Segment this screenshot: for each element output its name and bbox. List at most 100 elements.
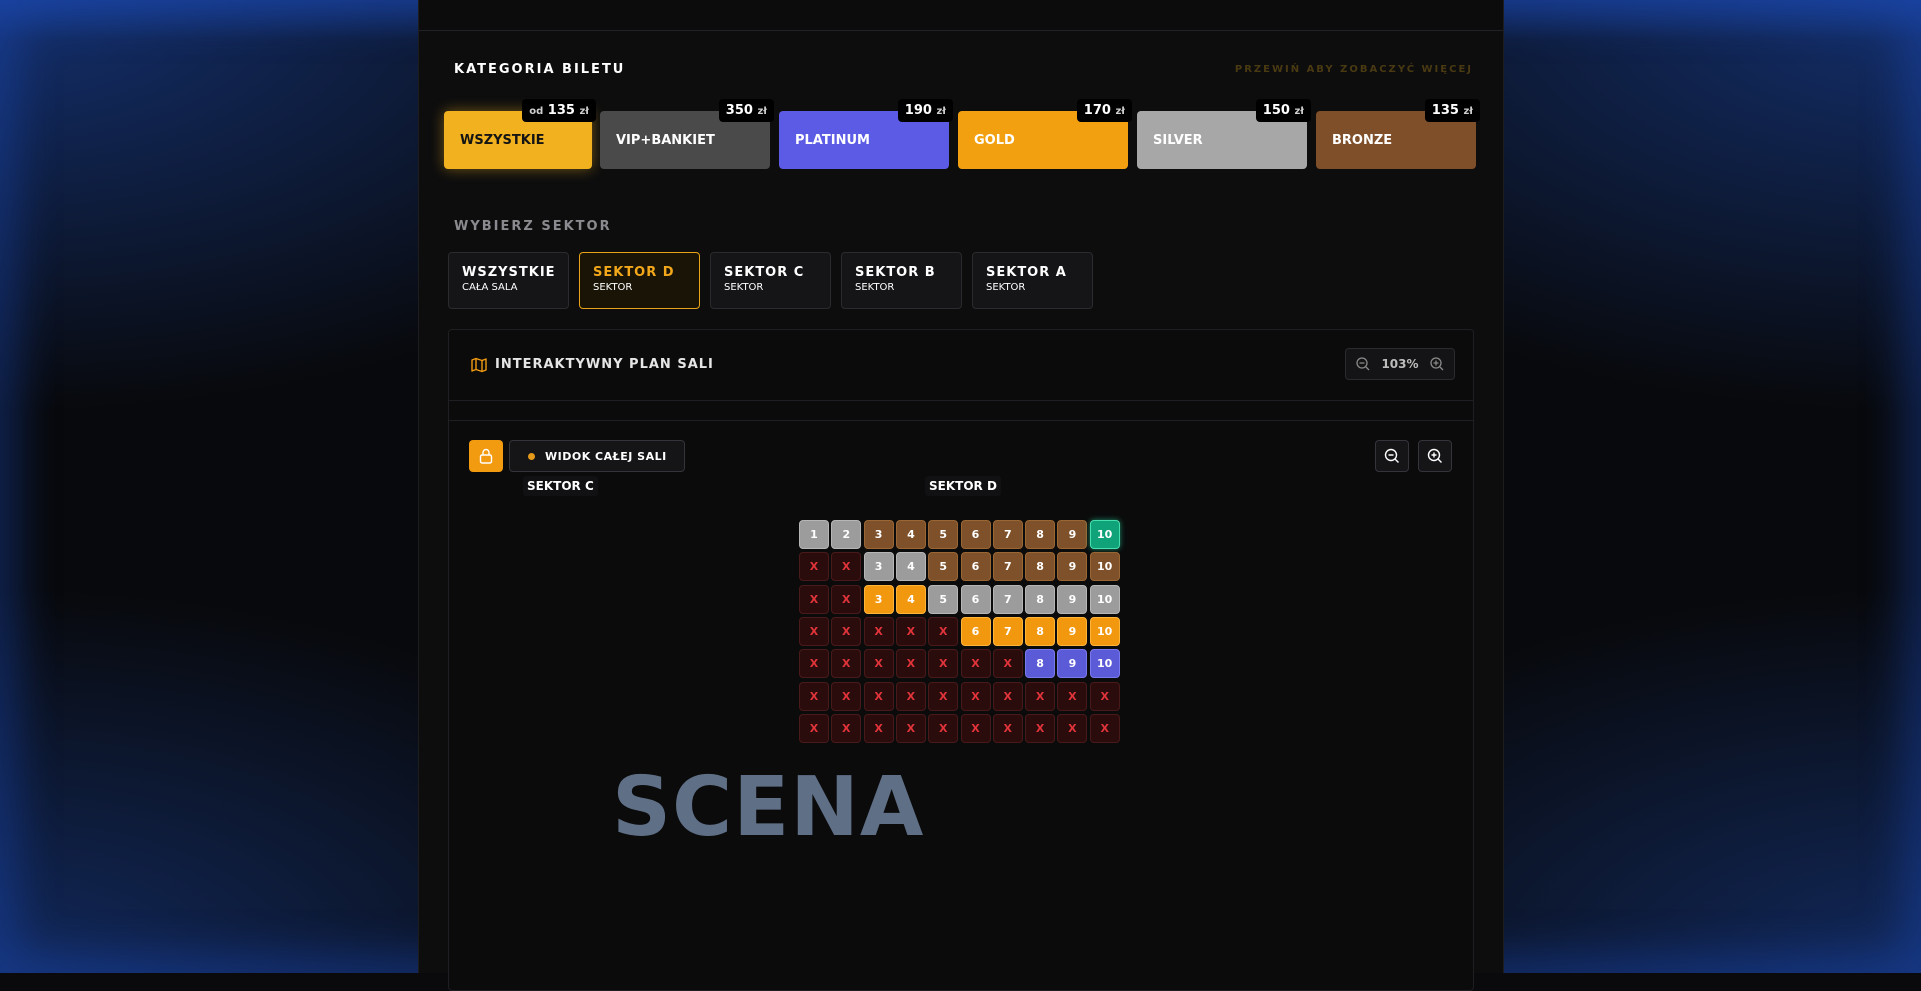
ticket-category-list: WSZYSTKIE od 135 zł VIP+BANKIET 350 zł PLATI… <box>444 99 1480 169</box>
seat-bronze[interactable]: 7 <box>992 552 1023 582</box>
seat-platinum[interactable]: 9 <box>1057 649 1088 679</box>
seat-gold[interactable]: 7 <box>992 616 1023 646</box>
seat-gold[interactable]: 3 <box>863 584 894 614</box>
seat-silver[interactable]: 3 <box>863 552 894 582</box>
seat-gold[interactable]: 9 <box>1057 616 1088 646</box>
category-price-badge: 135 zł <box>1424 99 1480 122</box>
seat-bronze[interactable]: 9 <box>1057 552 1088 582</box>
seat-bronze[interactable]: 9 <box>1057 520 1088 549</box>
price-amount: 190 <box>904 103 932 118</box>
category-card-vip-bankiet[interactable]: VIP+BANKIET 350 zł <box>600 99 774 169</box>
price-currency: zł <box>579 106 589 117</box>
sector-card-wszystkie[interactable]: WSZYSTKIE CAŁA SALA <box>448 252 569 309</box>
seat-map: INTERAKTYWNY PLAN SALI 103% WIDOK CAŁEJ … <box>448 329 1474 991</box>
category-card-wszystkie[interactable]: WSZYSTKIE od 135 zł <box>444 99 596 169</box>
status-dot <box>528 452 535 460</box>
price-prefix: od <box>529 106 544 117</box>
zoom-out-icon[interactable] <box>1356 357 1370 371</box>
sector-subtitle: SEKTOR <box>855 282 895 293</box>
seat-bronze[interactable]: 3 <box>863 520 894 549</box>
seat-taken: X <box>831 649 862 679</box>
seat-silver[interactable]: 7 <box>992 584 1023 614</box>
category-card-bronze[interactable]: BRONZE 135 zł <box>1316 99 1480 169</box>
sector-name: SEKTOR C <box>724 265 805 280</box>
seat-bronze[interactable]: 4 <box>895 520 926 549</box>
price-currency: zł <box>936 106 946 117</box>
seat-taken: X <box>1057 681 1088 711</box>
seat-silver[interactable]: 2 <box>831 520 862 549</box>
seat-taken: X <box>895 681 926 711</box>
price-currency: zł <box>757 106 767 117</box>
sector-label-d: SEKTOR D <box>925 476 1001 496</box>
category-price-badge: 150 zł <box>1255 99 1311 122</box>
seat-silver[interactable]: 5 <box>928 584 959 614</box>
seat-silver[interactable]: 1 <box>799 520 829 549</box>
seat-bronze[interactable]: 8 <box>1025 552 1056 582</box>
seat-gold[interactable]: 4 <box>895 584 926 614</box>
lock-view-button[interactable] <box>469 440 503 472</box>
seat-silver[interactable]: 10 <box>1089 584 1120 614</box>
category-card-platinum[interactable]: PLATINUM 190 zł <box>779 99 953 169</box>
seat-gold[interactable]: 8 <box>1025 616 1056 646</box>
category-label: PLATINUM <box>795 132 870 148</box>
seat-taken: X <box>799 649 829 679</box>
category-label: SILVER <box>1153 132 1203 148</box>
map-icon <box>471 357 487 373</box>
seat-taken: X <box>895 649 926 679</box>
map-zoom-in-button[interactable] <box>1418 440 1452 472</box>
sector-name: SEKTOR D <box>593 265 675 280</box>
seat-taken: X <box>928 616 959 646</box>
seat-taken: X <box>960 649 991 679</box>
seat-bronze[interactable]: 7 <box>992 520 1023 549</box>
seat-selected[interactable]: 10 <box>1089 520 1120 549</box>
category-price-badge: 190 zł <box>897 99 953 122</box>
seat-map-header: INTERAKTYWNY PLAN SALI 103% <box>449 330 1473 401</box>
seat-gold[interactable]: 6 <box>960 616 991 646</box>
seat-silver[interactable]: 6 <box>960 584 991 614</box>
sector-label-c: SEKTOR C <box>523 476 598 496</box>
seat-taken: X <box>799 616 829 646</box>
sector-card-sektor-d[interactable]: SEKTOR D SEKTOR <box>579 252 700 309</box>
category-label: GOLD <box>974 132 1015 148</box>
seat-bronze[interactable]: 10 <box>1089 552 1120 582</box>
scroll-hint: PRZEWIŃ ABY ZOBACZYĆ WIĘCEJ <box>1234 64 1473 75</box>
category-card-gold[interactable]: GOLD 170 zł <box>958 99 1132 169</box>
seat-taken: X <box>799 584 829 614</box>
price-currency: zł <box>1463 106 1473 117</box>
seat-taken: X <box>928 681 959 711</box>
seat-bronze[interactable]: 6 <box>960 552 991 582</box>
seat-taken: X <box>1057 713 1088 743</box>
seat-bronze[interactable]: 5 <box>928 552 959 582</box>
price-amount: 135 <box>1431 103 1459 118</box>
sector-name: WSZYSTKIE <box>462 265 556 280</box>
sector-card-sektor-c[interactable]: SEKTOR C SEKTOR <box>710 252 831 309</box>
sector-card-sektor-b[interactable]: SEKTOR B SEKTOR <box>841 252 962 309</box>
panel-topbar <box>419 0 1503 31</box>
seat-taken: X <box>992 649 1023 679</box>
sector-card-sektor-a[interactable]: SEKTOR A SEKTOR <box>972 252 1093 309</box>
seat-taken: X <box>799 713 829 743</box>
seat-taken: X <box>895 616 926 646</box>
seat-bronze[interactable]: 5 <box>928 520 959 549</box>
seat-silver[interactable]: 8 <box>1025 584 1056 614</box>
seat-taken: X <box>831 713 862 743</box>
full-hall-view-button[interactable]: WIDOK CAŁEJ SALI <box>509 440 685 472</box>
seat-platinum[interactable]: 10 <box>1089 649 1120 679</box>
seat-gold[interactable]: 10 <box>1089 616 1120 646</box>
price-currency: zł <box>1294 106 1304 117</box>
seat-bronze[interactable]: 6 <box>960 520 991 549</box>
map-zoom-out-button[interactable] <box>1375 440 1409 472</box>
booking-panel: KATEGORIA BILETU PRZEWIŃ ABY ZOBACZYĆ WI… <box>418 0 1504 991</box>
seat-taken: X <box>960 713 991 743</box>
seat-platinum[interactable]: 8 <box>1025 649 1056 679</box>
stage-label: SCENA <box>612 760 925 855</box>
seat-silver[interactable]: 4 <box>895 552 926 582</box>
category-price-badge: 350 zł <box>718 99 774 122</box>
seat-taken: X <box>863 616 894 646</box>
zoom-in-icon[interactable] <box>1430 357 1444 371</box>
category-card-silver[interactable]: SILVER 150 zł <box>1137 99 1311 169</box>
seat-taken: X <box>1089 681 1120 711</box>
seat-bronze[interactable]: 8 <box>1025 520 1056 549</box>
seat-taken: X <box>895 713 926 743</box>
seat-silver[interactable]: 9 <box>1057 584 1088 614</box>
